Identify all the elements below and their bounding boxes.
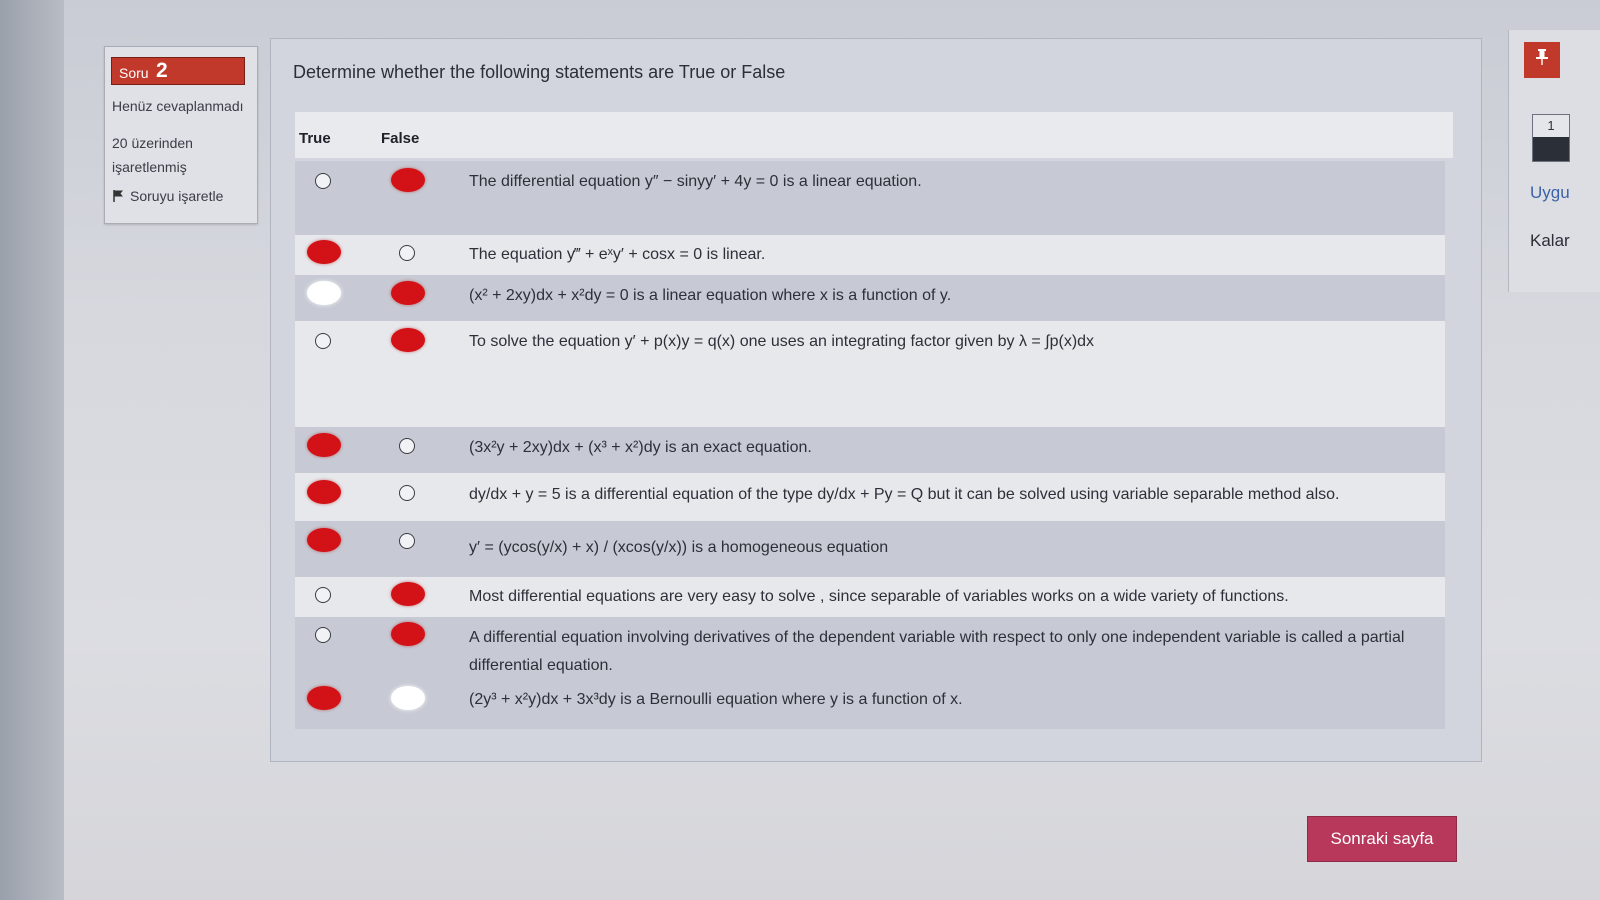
true-radio-scribbled[interactable] xyxy=(307,433,341,457)
statement-text: (3x²y + 2xy)dx + (x³ + x²)dy is an exact… xyxy=(469,439,812,456)
false-radio-scribbled[interactable] xyxy=(391,686,425,710)
statement-text: The differential equation y″ − sinyy′ + … xyxy=(469,173,922,190)
statement-row: A differential equation involving deriva… xyxy=(295,617,1445,679)
statement-row: dy/dx + y = 5 is a differential equation… xyxy=(295,473,1445,521)
true-radio[interactable] xyxy=(315,333,331,349)
statement-row: The equation y‴ + eˣy′ + cosx = 0 is lin… xyxy=(295,235,1445,275)
sidebar-remaining: Kalar xyxy=(1530,231,1570,250)
pin-icon xyxy=(1534,42,1550,78)
statement-text: y′ = (ycos(y/x) + x) / (xcos(y/x)) is a … xyxy=(469,539,889,556)
statement-text: A differential equation involving deriva… xyxy=(469,629,1405,674)
pin-button[interactable] xyxy=(1524,42,1560,78)
true-radio-scribbled[interactable] xyxy=(307,240,341,264)
true-radio-scribbled[interactable] xyxy=(307,528,341,552)
false-radio[interactable] xyxy=(399,485,415,501)
statement-text: dy/dx + y = 5 is a differential equation… xyxy=(469,486,1340,503)
false-radio-scribbled[interactable] xyxy=(391,622,425,646)
statement-row: (x² + 2xy)dx + x²dy = 0 is a linear equa… xyxy=(295,275,1445,321)
answer-status: Henüz cevaplanmadı xyxy=(112,98,244,114)
true-radio[interactable] xyxy=(315,173,331,189)
false-radio-scribbled[interactable] xyxy=(391,168,425,192)
flag-question-link[interactable]: Soruyu işaretle xyxy=(112,188,223,204)
false-radio[interactable] xyxy=(399,438,415,454)
true-radio[interactable] xyxy=(315,587,331,603)
true-radio[interactable] xyxy=(315,627,331,643)
statement-row: y′ = (ycos(y/x) + x) / (xcos(y/x)) is a … xyxy=(295,521,1445,577)
question-panel: Determine whether the following statemen… xyxy=(270,38,1482,762)
statement-text: (x² + 2xy)dx + x²dy = 0 is a linear equa… xyxy=(469,287,952,304)
true-radio-scribbled[interactable] xyxy=(307,281,341,305)
false-radio-scribbled[interactable] xyxy=(391,328,425,352)
statement-text: Most differential equations are very eas… xyxy=(469,588,1289,605)
false-radio-scribbled[interactable] xyxy=(391,582,425,606)
false-radio[interactable] xyxy=(399,245,415,261)
true-radio-scribbled[interactable] xyxy=(307,686,341,710)
statement-row: Most differential equations are very eas… xyxy=(295,577,1445,617)
sidebar-link-uyg[interactable]: Uygu xyxy=(1530,183,1570,203)
statement-text: To solve the equation y′ + p(x)y = q(x) … xyxy=(469,333,1095,350)
question-nav-button[interactable]: 1 xyxy=(1532,114,1570,162)
statement-row: (3x²y + 2xy)dx + (x³ + x²)dy is an exact… xyxy=(295,427,1445,473)
false-radio-scribbled[interactable] xyxy=(391,281,425,305)
statement-text: The equation y‴ + eˣy′ + cosx = 0 is lin… xyxy=(469,246,766,263)
statement-row: The differential equation y″ − sinyy′ + … xyxy=(295,161,1445,235)
statement-row: To solve the equation y′ + p(x)y = q(x) … xyxy=(295,321,1445,427)
left-shadow xyxy=(0,0,64,900)
answer-table-header: True False xyxy=(295,112,1453,158)
false-column-header: False xyxy=(381,130,420,147)
statement-row: (2y³ + x²y)dx + 3x³dy is a Bernoulli equ… xyxy=(295,679,1445,729)
flag-icon xyxy=(112,189,126,203)
question-number-badge: Soru 2 xyxy=(111,57,245,85)
false-radio[interactable] xyxy=(399,533,415,549)
marks-info: 20 üzerinden işaretlenmiş xyxy=(112,135,193,175)
question-info-box: Soru 2 Henüz cevaplanmadı 20 üzerinden i… xyxy=(104,46,258,224)
question-label: Soru xyxy=(119,65,149,81)
flag-question-label: Soruyu işaretle xyxy=(130,188,224,204)
question-nav-number: 1 xyxy=(1533,115,1569,137)
true-radio-scribbled[interactable] xyxy=(307,480,341,504)
question-number: 2 xyxy=(156,59,168,82)
question-prompt: Determine whether the following statemen… xyxy=(293,62,786,82)
next-page-button[interactable]: Sonraki sayfa xyxy=(1307,816,1457,862)
true-column-header: True xyxy=(299,130,331,147)
statement-text: (2y³ + x²y)dx + 3x³dy is a Bernoulli equ… xyxy=(469,691,963,708)
